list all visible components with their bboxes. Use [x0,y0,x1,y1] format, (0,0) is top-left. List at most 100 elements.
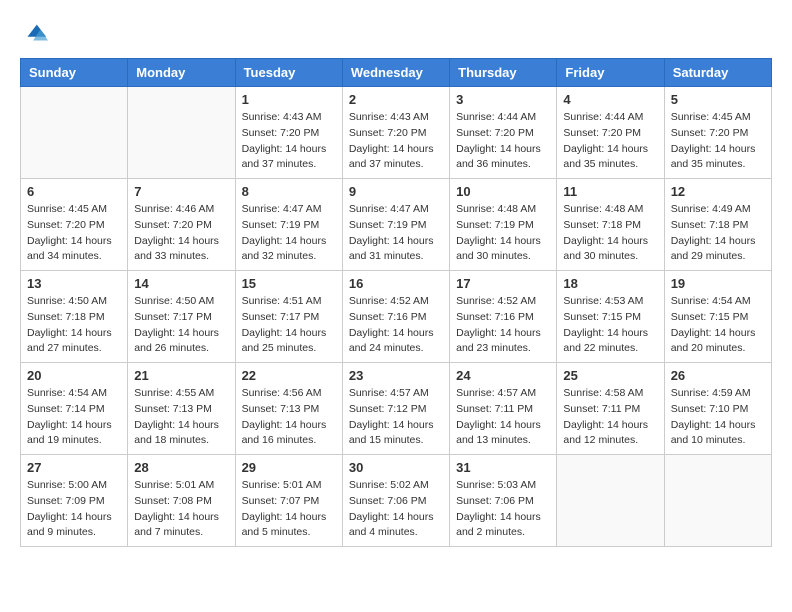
calendar-cell: 10Sunrise: 4:48 AM Sunset: 7:19 PM Dayli… [450,179,557,271]
calendar-cell: 8 Sunrise: 4:47 AM Sunset: 7:19 PM Daylig… [235,179,342,271]
day-number: 14 [134,276,228,291]
day-info: Sunrise: 4:44 AM Sunset: 7:20 PM Dayligh… [563,110,657,173]
day-info: Sunrise: 4:48 AM Sunset: 7:18 PM Dayligh… [563,202,657,265]
day-info: Sunrise: 4:43 AM Sunset: 7:20 PM Dayligh… [242,110,336,173]
calendar-cell [557,455,664,547]
weekday-header-wednesday: Wednesday [342,59,449,87]
logo-icon [20,20,48,48]
day-info: Sunrise: 5:03 AM Sunset: 7:06 PM Dayligh… [456,478,550,541]
day-info: Sunrise: 5:02 AM Sunset: 7:06 PM Dayligh… [349,478,443,541]
day-info: Sunrise: 4:56 AM Sunset: 7:13 PM Dayligh… [242,386,336,449]
day-info: Sunrise: 5:01 AM Sunset: 7:07 PM Dayligh… [242,478,336,541]
day-number: 7 [134,184,228,199]
day-number: 26 [671,368,765,383]
calendar-cell: 1 Sunrise: 4:43 AM Sunset: 7:20 PM Daylig… [235,87,342,179]
day-info: Sunrise: 4:53 AM Sunset: 7:15 PM Dayligh… [563,294,657,357]
calendar-cell: 21Sunrise: 4:55 AM Sunset: 7:13 PM Dayli… [128,363,235,455]
weekday-header-tuesday: Tuesday [235,59,342,87]
day-number: 18 [563,276,657,291]
weekday-header-friday: Friday [557,59,664,87]
day-info: Sunrise: 4:54 AM Sunset: 7:15 PM Dayligh… [671,294,765,357]
calendar-cell: 14 Sunrise: 4:50 AM Sunset: 7:17 PM Dayli… [128,271,235,363]
day-info: Sunrise: 4:58 AM Sunset: 7:11 PM Dayligh… [563,386,657,449]
calendar-cell [21,87,128,179]
day-number: 3 [456,92,550,107]
calendar-cell: 6Sunrise: 4:45 AM Sunset: 7:20 PM Daylig… [21,179,128,271]
calendar-cell: 29 Sunrise: 5:01 AM Sunset: 7:07 PM Dayli… [235,455,342,547]
day-number: 22 [242,368,336,383]
week-row-3: 13 Sunrise: 4:50 AM Sunset: 7:18 PM Dayli… [21,271,772,363]
calendar-cell: 18 Sunrise: 4:53 AM Sunset: 7:15 PM Dayli… [557,271,664,363]
day-number: 1 [242,92,336,107]
calendar-cell: 17 Sunrise: 4:52 AM Sunset: 7:16 PM Dayli… [450,271,557,363]
page-header [20,20,772,48]
day-number: 15 [242,276,336,291]
day-number: 21 [134,368,228,383]
calendar-cell: 3 Sunrise: 4:44 AM Sunset: 7:20 PM Daylig… [450,87,557,179]
week-row-4: 20 Sunrise: 4:54 AM Sunset: 7:14 PM Dayli… [21,363,772,455]
day-number: 17 [456,276,550,291]
calendar-cell: 9 Sunrise: 4:47 AM Sunset: 7:19 PM Daylig… [342,179,449,271]
calendar-cell: 31 Sunrise: 5:03 AM Sunset: 7:06 PM Dayli… [450,455,557,547]
day-info: Sunrise: 4:57 AM Sunset: 7:12 PM Dayligh… [349,386,443,449]
day-number: 25 [563,368,657,383]
week-row-2: 6Sunrise: 4:45 AM Sunset: 7:20 PM Daylig… [21,179,772,271]
day-info: Sunrise: 5:01 AM Sunset: 7:08 PM Dayligh… [134,478,228,541]
day-number: 9 [349,184,443,199]
calendar-cell: 23 Sunrise: 4:57 AM Sunset: 7:12 PM Dayli… [342,363,449,455]
day-number: 30 [349,460,443,475]
day-info: Sunrise: 4:49 AM Sunset: 7:18 PM Dayligh… [671,202,765,265]
calendar-cell: 19 Sunrise: 4:54 AM Sunset: 7:15 PM Dayli… [664,271,771,363]
day-number: 13 [27,276,121,291]
day-number: 29 [242,460,336,475]
calendar-cell [664,455,771,547]
calendar-cell: 22 Sunrise: 4:56 AM Sunset: 7:13 PM Dayli… [235,363,342,455]
day-number: 23 [349,368,443,383]
day-info: Sunrise: 4:46 AM Sunset: 7:20 PM Dayligh… [134,202,228,265]
logo [20,20,52,48]
calendar-cell: 7 Sunrise: 4:46 AM Sunset: 7:20 PM Daylig… [128,179,235,271]
calendar-cell: 26 Sunrise: 4:59 AM Sunset: 7:10 PM Dayli… [664,363,771,455]
day-number: 11 [563,184,657,199]
weekday-header-row: SundayMondayTuesdayWednesdayThursdayFrid… [21,59,772,87]
day-info: Sunrise: 4:44 AM Sunset: 7:20 PM Dayligh… [456,110,550,173]
day-info: Sunrise: 4:47 AM Sunset: 7:19 PM Dayligh… [349,202,443,265]
day-info: Sunrise: 4:47 AM Sunset: 7:19 PM Dayligh… [242,202,336,265]
day-info: Sunrise: 4:45 AM Sunset: 7:20 PM Dayligh… [27,202,121,265]
day-info: Sunrise: 4:52 AM Sunset: 7:16 PM Dayligh… [349,294,443,357]
weekday-header-thursday: Thursday [450,59,557,87]
calendar-cell: 30 Sunrise: 5:02 AM Sunset: 7:06 PM Dayli… [342,455,449,547]
weekday-header-monday: Monday [128,59,235,87]
day-number: 20 [27,368,121,383]
day-number: 24 [456,368,550,383]
calendar-cell: 5Sunrise: 4:45 AM Sunset: 7:20 PM Daylig… [664,87,771,179]
day-info: Sunrise: 4:57 AM Sunset: 7:11 PM Dayligh… [456,386,550,449]
calendar-cell: 15Sunrise: 4:51 AM Sunset: 7:17 PM Dayli… [235,271,342,363]
weekday-header-sunday: Sunday [21,59,128,87]
calendar-cell: 20 Sunrise: 4:54 AM Sunset: 7:14 PM Dayli… [21,363,128,455]
calendar-cell: 24 Sunrise: 4:57 AM Sunset: 7:11 PM Dayli… [450,363,557,455]
day-info: Sunrise: 4:54 AM Sunset: 7:14 PM Dayligh… [27,386,121,449]
day-info: Sunrise: 4:50 AM Sunset: 7:18 PM Dayligh… [27,294,121,357]
day-number: 31 [456,460,550,475]
weekday-header-saturday: Saturday [664,59,771,87]
day-number: 19 [671,276,765,291]
day-info: Sunrise: 4:59 AM Sunset: 7:10 PM Dayligh… [671,386,765,449]
day-number: 5 [671,92,765,107]
day-number: 8 [242,184,336,199]
day-number: 16 [349,276,443,291]
day-info: Sunrise: 4:50 AM Sunset: 7:17 PM Dayligh… [134,294,228,357]
calendar-cell: 4 Sunrise: 4:44 AM Sunset: 7:20 PM Daylig… [557,87,664,179]
day-info: Sunrise: 4:52 AM Sunset: 7:16 PM Dayligh… [456,294,550,357]
day-number: 2 [349,92,443,107]
day-number: 12 [671,184,765,199]
day-number: 4 [563,92,657,107]
week-row-1: 1 Sunrise: 4:43 AM Sunset: 7:20 PM Daylig… [21,87,772,179]
calendar-cell: 13 Sunrise: 4:50 AM Sunset: 7:18 PM Dayli… [21,271,128,363]
calendar-cell: 11 Sunrise: 4:48 AM Sunset: 7:18 PM Dayli… [557,179,664,271]
calendar-cell: 25 Sunrise: 4:58 AM Sunset: 7:11 PM Dayli… [557,363,664,455]
calendar-table: SundayMondayTuesdayWednesdayThursdayFrid… [20,58,772,547]
calendar-cell: 12 Sunrise: 4:49 AM Sunset: 7:18 PM Dayli… [664,179,771,271]
calendar-cell: 2Sunrise: 4:43 AM Sunset: 7:20 PM Daylig… [342,87,449,179]
day-number: 28 [134,460,228,475]
